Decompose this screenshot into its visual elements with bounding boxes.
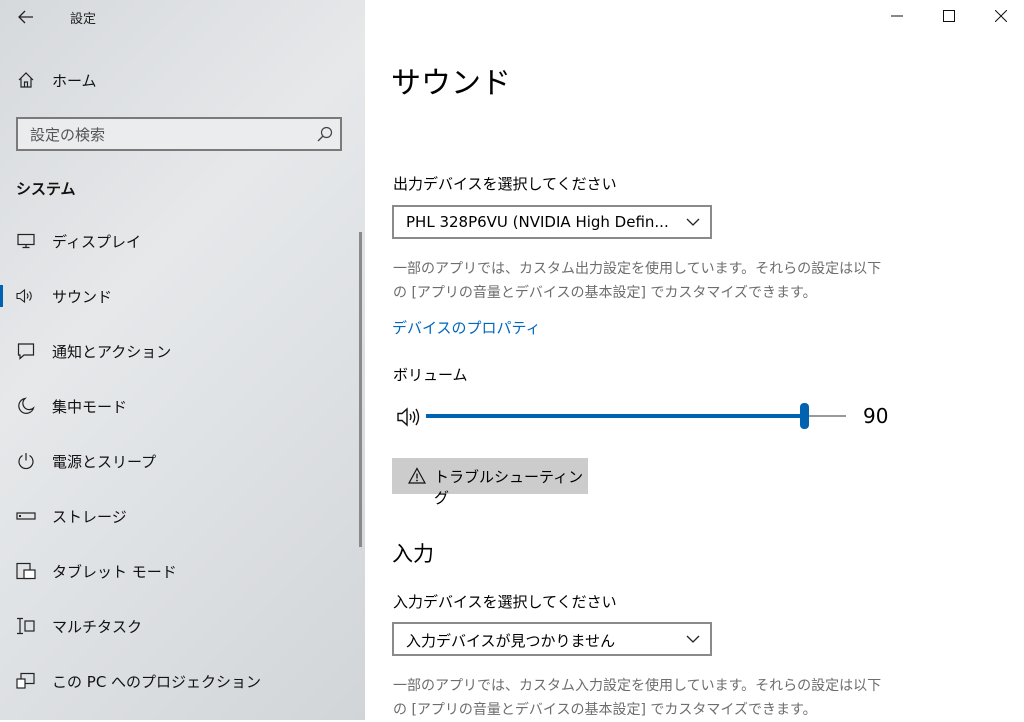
device-properties-link[interactable]: デバイスのプロパティ [392, 317, 541, 338]
volume-slider-fill [426, 414, 804, 418]
chevron-down-icon [686, 218, 700, 226]
input-description-line1: 一部のアプリでは、カスタム入力設定を使用しています。それらの設定は以下 [393, 678, 882, 694]
display-icon [15, 230, 37, 252]
close-icon [995, 10, 1007, 22]
speaker-icon [15, 285, 37, 307]
chevron-down-icon [686, 635, 700, 643]
sidebar-item-sound[interactable]: サウンド [0, 276, 365, 316]
sidebar-item-projection[interactable]: この PC へのプロジェクション [0, 661, 365, 701]
storage-icon [15, 505, 37, 527]
minimize-icon [891, 15, 903, 17]
settings-search-box[interactable] [16, 117, 342, 151]
output-device-value: PHL 328P6VU (NVIDIA High Defin... [406, 213, 669, 231]
search-icon[interactable] [316, 125, 334, 143]
sidebar-item-power[interactable]: 電源とスリープ [0, 441, 365, 481]
volume-slider-thumb[interactable] [800, 403, 809, 429]
input-description: 一部のアプリでは、カスタム入力設定を使用しています。それらの設定は以下 の [ア… [393, 674, 953, 722]
volume-icon[interactable] [396, 405, 422, 429]
troubleshoot-button[interactable]: トラブルシューティング [392, 458, 588, 507]
maximize-button[interactable] [937, 4, 961, 28]
input-section-title: 入力 [392, 542, 434, 566]
projection-icon [15, 670, 37, 692]
notification-icon [15, 340, 37, 362]
close-button[interactable] [989, 4, 1013, 28]
back-arrow-icon [18, 10, 33, 24]
volume-value: 90 [863, 404, 889, 428]
sidebar-item-label: サウンド [52, 287, 113, 306]
sidebar-item-notifications[interactable]: 通知とアクション [0, 331, 365, 371]
output-description: 一部のアプリでは、カスタム出力設定を使用しています。それらの設定は以下 の [ア… [393, 257, 953, 305]
sidebar-titlebar: 設定 [0, 0, 365, 34]
moon-icon [15, 395, 37, 417]
warning-icon [408, 467, 426, 484]
sound-settings-page: サウンド 出力デバイスを選択してください PHL 328P6VU (NVIDIA… [365, 0, 1024, 720]
app-title: 設定 [70, 12, 97, 27]
sidebar-item-label: ディスプレイ [52, 232, 141, 251]
sidebar-item-label: ホーム [52, 71, 97, 90]
output-description-line1: 一部のアプリでは、カスタム出力設定を使用しています。それらの設定は以下 [393, 261, 882, 277]
sidebar-item-focus[interactable]: 集中モード [0, 386, 365, 426]
volume-label: ボリューム [393, 366, 468, 384]
sidebar-item-tablet[interactable]: タブレット モード [0, 551, 365, 591]
input-device-dropdown[interactable]: 入力デバイスが見つかりません [392, 622, 712, 656]
back-button[interactable] [14, 6, 38, 28]
input-device-label: 入力デバイスを選択してください [393, 593, 617, 611]
input-device-value: 入力デバイスが見つかりません [406, 632, 616, 650]
section-header-system: システム [16, 180, 76, 198]
sidebar-item-label: ストレージ [52, 507, 127, 526]
output-device-label: 出力デバイスを選択してください [393, 175, 617, 193]
sidebar-item-label: 通知とアクション [52, 342, 172, 361]
search-input[interactable] [28, 123, 312, 147]
sidebar-item-display[interactable]: ディスプレイ [0, 221, 365, 261]
power-icon [15, 450, 37, 472]
sidebar-item-multitasking[interactable]: マルチタスク [0, 606, 365, 646]
sidebar-item-label: 電源とスリープ [52, 452, 157, 471]
minimize-button[interactable] [885, 4, 909, 28]
troubleshoot-label: トラブルシューティング [434, 468, 584, 507]
output-description-line2: の [アプリの音量とデバイスの基本設定] でカスタマイズできます。 [393, 285, 817, 301]
tablet-icon [15, 560, 37, 582]
output-device-dropdown[interactable]: PHL 328P6VU (NVIDIA High Defin... [392, 205, 712, 239]
sidebar-item-home[interactable]: ホーム [0, 60, 365, 100]
sidebar-item-label: マルチタスク [52, 617, 143, 636]
input-description-line2: の [アプリの音量とデバイスの基本設定] でカスタマイズできます。 [393, 702, 817, 718]
sidebar-item-label: 集中モード [52, 397, 128, 416]
settings-sidebar: 設定 ホーム システム ディスプレイ サウンド 通知とアクション [0, 0, 365, 720]
page-title: サウンド [391, 66, 511, 101]
home-icon [15, 69, 37, 91]
multitask-icon [15, 615, 37, 637]
maximize-icon [943, 10, 955, 22]
sidebar-item-label: この PC へのプロジェクション [52, 672, 262, 691]
sidebar-item-storage[interactable]: ストレージ [0, 496, 365, 536]
sidebar-item-label: タブレット モード [52, 562, 177, 581]
